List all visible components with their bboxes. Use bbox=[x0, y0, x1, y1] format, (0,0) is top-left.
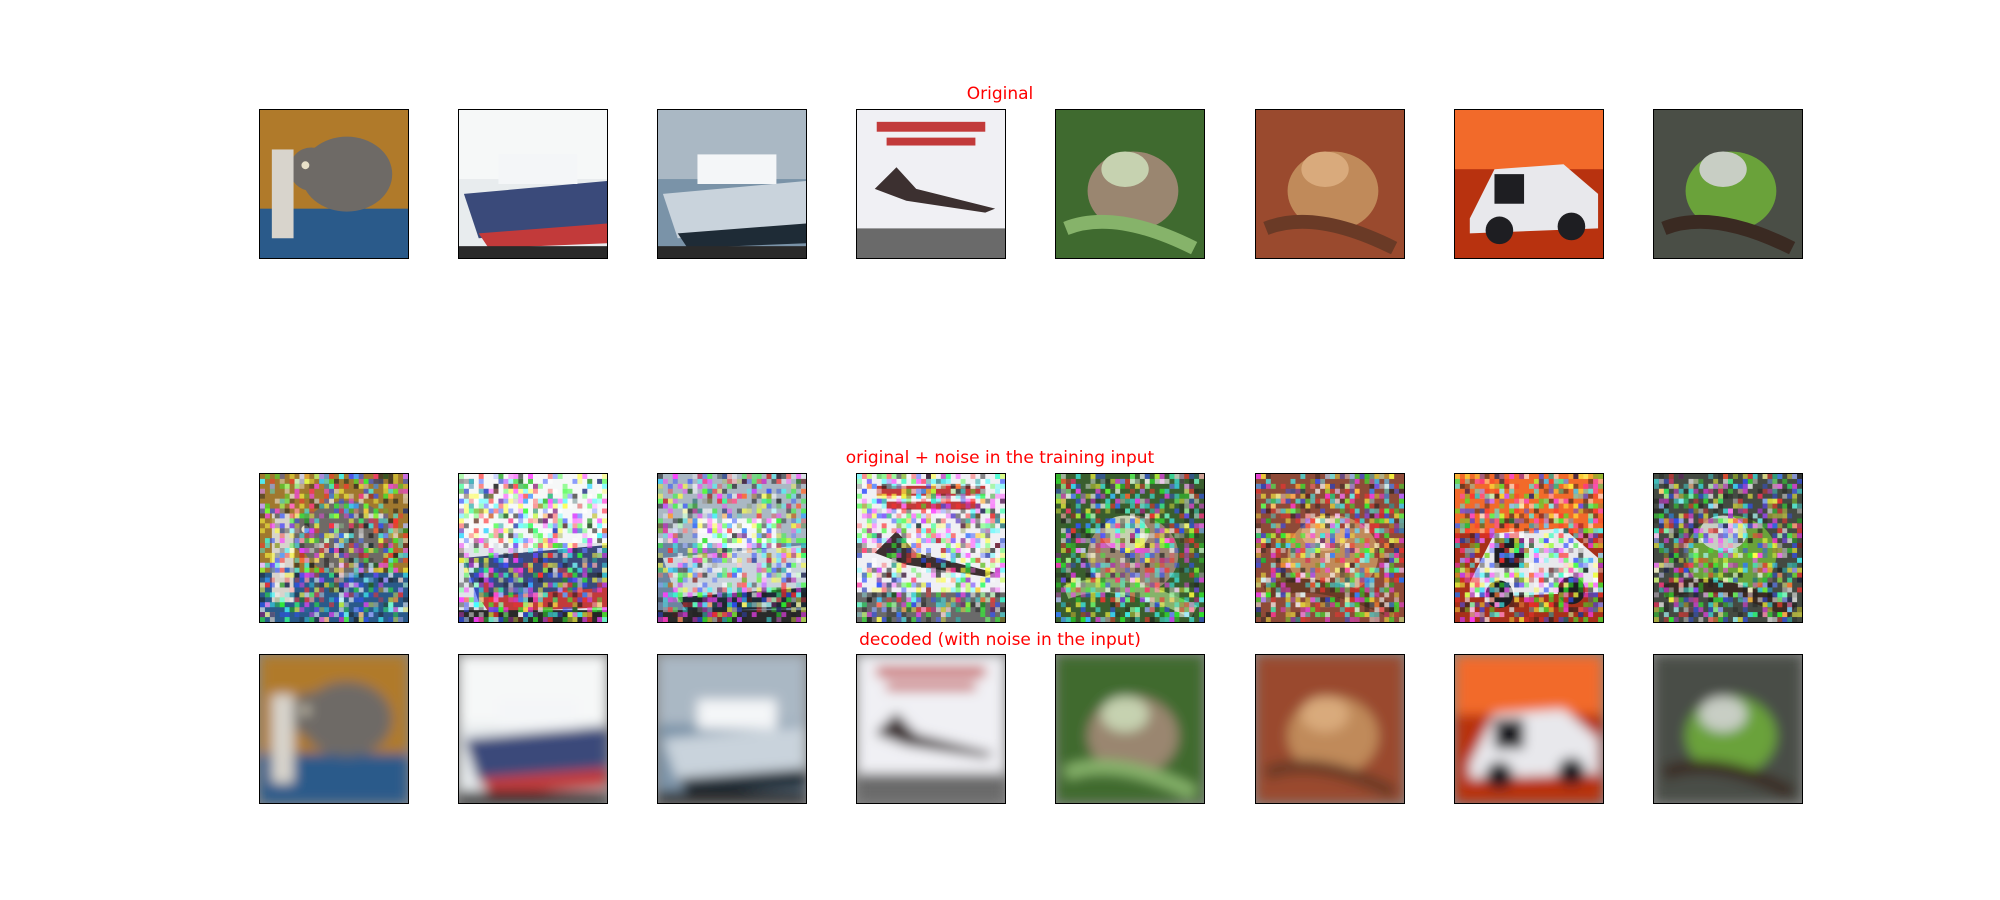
image-tile-decoded-3 bbox=[657, 654, 807, 804]
ship-thumbnail bbox=[459, 110, 607, 258]
ship-thumbnail bbox=[658, 110, 806, 258]
image-tile-noisy-8 bbox=[1653, 473, 1803, 623]
image-tile-original-2 bbox=[458, 109, 608, 259]
frog-thumbnail bbox=[1256, 655, 1404, 803]
image-tile-decoded-8 bbox=[1653, 654, 1803, 804]
image-tile-original-1 bbox=[259, 109, 409, 259]
cat-thumbnail bbox=[260, 655, 408, 803]
image-tile-noisy-5 bbox=[1055, 473, 1205, 623]
ship-thumbnail bbox=[658, 474, 806, 622]
image-tile-decoded-2 bbox=[458, 654, 608, 804]
image-tile-decoded-7 bbox=[1454, 654, 1604, 804]
ship-thumbnail bbox=[459, 655, 607, 803]
ship-thumbnail bbox=[459, 474, 607, 622]
figure-canvas: Original original + noise in the trainin… bbox=[0, 0, 2000, 900]
image-tile-noisy-3 bbox=[657, 473, 807, 623]
image-tile-decoded-4 bbox=[856, 654, 1006, 804]
automobile-thumbnail bbox=[1455, 110, 1603, 258]
image-tile-original-3 bbox=[657, 109, 807, 259]
image-tile-original-4 bbox=[856, 109, 1006, 259]
image-tile-decoded-1 bbox=[259, 654, 409, 804]
row-title-decoded: decoded (with noise in the input) bbox=[859, 630, 1141, 650]
image-tile-decoded-6 bbox=[1255, 654, 1405, 804]
frog-thumbnail bbox=[1056, 474, 1204, 622]
image-tile-noisy-1 bbox=[259, 473, 409, 623]
airplane-thumbnail bbox=[857, 110, 1005, 258]
ship-thumbnail bbox=[658, 655, 806, 803]
row-title-original: Original bbox=[966, 84, 1034, 104]
cat-thumbnail bbox=[260, 474, 408, 622]
image-tile-original-8 bbox=[1653, 109, 1803, 259]
image-tile-noisy-4 bbox=[856, 473, 1006, 623]
frog-thumbnail bbox=[1056, 655, 1204, 803]
frog-thumbnail bbox=[1256, 474, 1404, 622]
frog-thumbnail bbox=[1654, 655, 1802, 803]
image-tile-noisy-6 bbox=[1255, 473, 1405, 623]
cat-thumbnail bbox=[260, 110, 408, 258]
automobile-thumbnail bbox=[1455, 655, 1603, 803]
image-tile-original-7 bbox=[1454, 109, 1604, 259]
frog-thumbnail bbox=[1654, 110, 1802, 258]
frog-thumbnail bbox=[1654, 474, 1802, 622]
image-tile-noisy-2 bbox=[458, 473, 608, 623]
image-tile-original-6 bbox=[1255, 109, 1405, 259]
automobile-thumbnail bbox=[1455, 474, 1603, 622]
image-tile-original-5 bbox=[1055, 109, 1205, 259]
frog-thumbnail bbox=[1256, 110, 1404, 258]
airplane-thumbnail bbox=[857, 655, 1005, 803]
image-tile-decoded-5 bbox=[1055, 654, 1205, 804]
frog-thumbnail bbox=[1056, 110, 1204, 258]
row-title-noisy: original + noise in the training input bbox=[845, 448, 1155, 468]
image-tile-noisy-7 bbox=[1454, 473, 1604, 623]
airplane-thumbnail bbox=[857, 474, 1005, 622]
